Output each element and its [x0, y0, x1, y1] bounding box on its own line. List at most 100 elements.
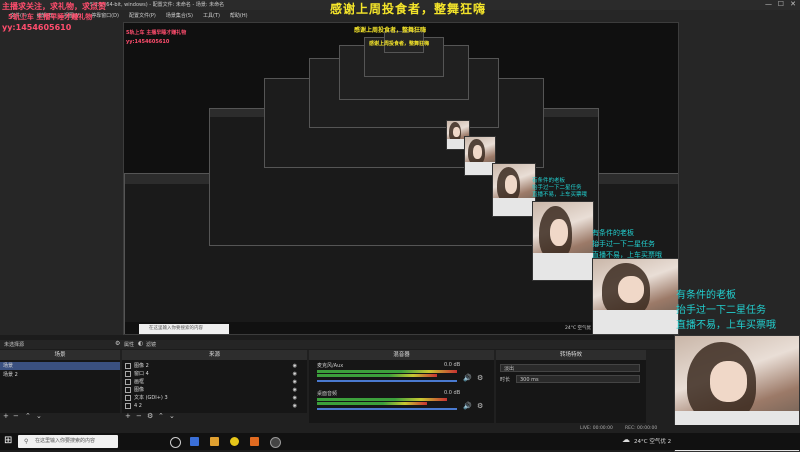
transitions-title: 转场特效 — [496, 350, 646, 360]
mic-channel-name: 麦克风/Aux — [317, 363, 344, 369]
image-icon — [125, 362, 131, 369]
scene-item[interactable]: 场景 — [0, 362, 120, 370]
move-up-icon[interactable]: ⌃ — [25, 412, 31, 420]
windows-start-icon[interactable]: ⊞ — [4, 435, 12, 446]
search-placeholder: 在这里输入你要搜索的内容 — [35, 438, 96, 444]
remove-scene-button[interactable]: − — [13, 412, 19, 420]
nested-banner: 感谢上周投食者，整舞狂嗨 — [354, 27, 427, 34]
live-status: LIVE: 00:00:00 — [580, 426, 613, 431]
move-down-icon[interactable]: ⌄ — [169, 412, 175, 420]
nested-boss-text: 有条件的老板 抬手过一下二星任务 直播不易，上车买票哦 — [532, 178, 588, 198]
nested-photo — [532, 201, 594, 281]
menu-profile[interactable]: 配置文件(P) — [129, 12, 156, 19]
no-source-label: 未选择源 — [4, 342, 25, 348]
nested-photo — [592, 258, 678, 334]
app-icon[interactable] — [250, 437, 259, 446]
desktop-volume-slider[interactable] — [317, 408, 457, 410]
nested-boss-text-large: 有条件的老板 抬手过一下二星任务 直播不易，上车买票哦 — [592, 229, 662, 259]
search-icon: ⚲ — [24, 438, 29, 445]
overlay-qq: yy:1454605610 — [2, 23, 72, 32]
scenes-title: 场景 — [0, 350, 120, 360]
nested-search-box: 在这里输入你要搜索的内容 — [139, 324, 229, 334]
image-icon — [125, 386, 131, 393]
cloud-icon: ☁ — [622, 435, 630, 444]
search-box[interactable]: ⚲ 在这里输入你要搜索的内容 — [18, 435, 118, 448]
duration-input[interactable]: 300 ms — [516, 375, 640, 383]
source-item[interactable]: 图像 2 ◉ — [125, 362, 305, 370]
eye-icon[interactable]: ◉ — [293, 386, 297, 394]
filter-icon[interactable]: ◐ — [138, 340, 143, 347]
gear-icon[interactable]: ⚙ — [115, 340, 120, 347]
source-settings-icon[interactable]: ⚙ — [147, 412, 153, 420]
eye-icon[interactable]: ◉ — [293, 370, 297, 378]
folder-icon[interactable] — [210, 437, 219, 446]
nested-photo — [492, 163, 536, 217]
add-scene-button[interactable]: + — [3, 412, 9, 420]
eye-icon[interactable]: ◉ — [293, 394, 297, 402]
minimize-icon[interactable]: — — [765, 0, 772, 8]
gear-icon[interactable]: ⚙ — [477, 374, 483, 382]
image-icon — [125, 378, 131, 385]
banner-text: 感谢上周投食者，整舞狂嗨 — [330, 2, 487, 16]
desktop-db: 0.0 dB — [444, 390, 461, 396]
desktop-channel-name: 桌面音频 — [317, 391, 338, 397]
properties-button[interactable]: 属性 — [124, 341, 134, 348]
duration-label: 时长 — [500, 377, 511, 383]
menu-tools[interactable]: 工具(T) — [203, 12, 220, 19]
add-source-button[interactable]: + — [125, 412, 131, 420]
obs-icon[interactable] — [270, 437, 281, 448]
close-icon[interactable]: ✕ — [790, 0, 796, 8]
nested-banner: 感谢上周投食者，整舞狂嗨 — [369, 41, 430, 47]
source-item[interactable]: 窗口 4 ◉ — [125, 370, 305, 378]
scenes-list: 场景 场景 2 — [0, 360, 120, 413]
text-icon — [125, 402, 131, 409]
filters-button[interactable]: 滤镜 — [146, 341, 156, 348]
overlay-line1: 主播求关注，求礼物，求点赞 — [2, 2, 106, 11]
speaker-icon[interactable]: 🔊 — [463, 402, 472, 410]
overlay-line2: 5轨上车 主播早睡才赚礼物 — [8, 13, 93, 21]
mic-db: 0.0 dB — [444, 362, 461, 368]
nested-qq: yy:1454605610 — [126, 39, 170, 45]
source-item[interactable]: 4 2 ◉ — [125, 402, 305, 410]
sources-title: 来源 — [122, 350, 307, 360]
menu-scene-collection[interactable]: 场景集合(S) — [166, 12, 193, 19]
window-icon — [125, 370, 131, 377]
app-icon[interactable] — [230, 437, 239, 446]
source-item[interactable]: 画框 ◉ — [125, 378, 305, 386]
taskbar: ⊞ ⚲ 在这里输入你要搜索的内容 ☁ 24°C 空气优 2 — [0, 433, 800, 450]
weather-text: 24°C 空气优 2 — [634, 439, 672, 445]
source-toolbar: 未选择源 ⚙ 属性 ◐ 滤镜 — [0, 340, 674, 349]
transitions-panel: 淡出 时长 300 ms — [496, 360, 646, 423]
maximize-icon[interactable]: ☐ — [778, 0, 784, 8]
remove-source-button[interactable]: − — [136, 412, 142, 420]
eye-icon[interactable]: ◉ — [293, 378, 297, 386]
scene-item[interactable]: 场景 2 — [0, 371, 120, 379]
rec-status: REC: 00:00:00 — [625, 426, 658, 431]
desktop-meter — [317, 402, 427, 405]
move-down-icon[interactable]: ⌄ — [36, 412, 42, 420]
move-up-icon[interactable]: ⌃ — [158, 412, 164, 420]
source-item[interactable]: 文本 (GDI+) 3 ◉ — [125, 394, 305, 402]
transition-select[interactable]: 淡出 — [500, 364, 640, 372]
gear-icon[interactable]: ⚙ — [477, 402, 483, 410]
sources-list: 图像 2 ◉ 窗口 4 ◉ 画框 ◉ 图像 ◉ 文本 (GDI+) 3 ◉ 4 2 ◉ — [122, 360, 307, 413]
source-item[interactable]: 图像 ◉ — [125, 386, 305, 394]
task-view-icon[interactable] — [170, 437, 181, 448]
menu-help[interactable]: 帮助(H) — [230, 12, 248, 19]
desktop-meter — [317, 398, 447, 401]
menu-docks[interactable]: 停靠窗口(D) — [91, 12, 119, 19]
nested-weather: 24°C 空气优 2 — [565, 326, 596, 331]
boss-text: 有条件的老板 抬手过一下二星任务 直播不易，上车买票哦 — [676, 290, 776, 331]
mixer-title: 混音器 — [309, 350, 494, 360]
preview-canvas[interactable]: 在这里输入你要搜索的内容 24°C 空气优 2 感谢上周投食者，整舞狂嗨 感谢上… — [123, 22, 679, 335]
mic-meter — [317, 370, 457, 373]
eye-icon[interactable]: ◉ — [293, 362, 297, 370]
speaker-icon[interactable]: 🔊 — [463, 374, 472, 382]
mic-meter — [317, 374, 437, 377]
eye-icon[interactable]: ◉ — [293, 402, 297, 410]
nested-left-line: 5轨上车 主播早睡才赚礼物 — [126, 30, 187, 36]
app-icon[interactable] — [190, 437, 199, 446]
mic-volume-slider[interactable] — [317, 380, 457, 382]
status-bar: LIVE: 00:00:00 REC: 00:00:00 — [0, 425, 800, 433]
mixer-panel: 麦克风/Aux 0.0 dB 🔊 ⚙ 桌面音频 0.0 dB 🔊 ⚙ — [309, 360, 494, 423]
